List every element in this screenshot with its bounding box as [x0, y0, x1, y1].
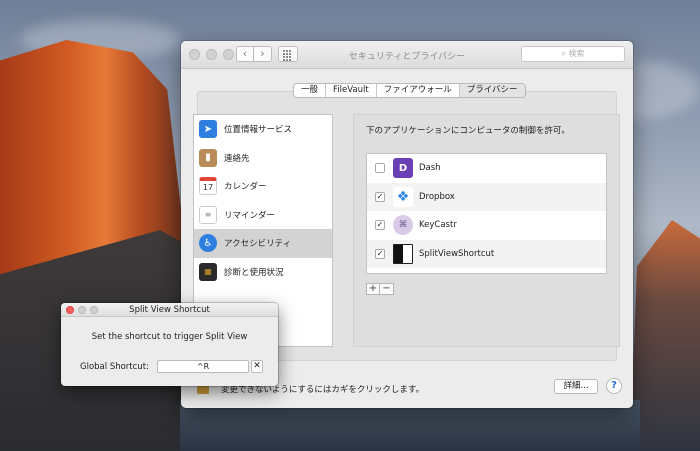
- tab-firewall[interactable]: ファイアウォール: [377, 84, 460, 97]
- dropbox-app-icon: ❖: [393, 186, 413, 207]
- search-icon: ⌕: [561, 49, 569, 58]
- sidebar-item-label: リマインダー: [224, 210, 276, 221]
- diagnostics-grid-icon: ▦: [199, 262, 217, 281]
- sv-titlebar: Split View Shortcut: [61, 303, 278, 317]
- tab-privacy[interactable]: プライバシー: [459, 84, 525, 97]
- sidebar-item-location[interactable]: ➤ 位置情報サービス: [194, 115, 332, 144]
- search-field[interactable]: ⌕ 検索: [521, 46, 625, 62]
- app-row-keycastr[interactable]: ✓ ⌘ KeyCastr: [367, 211, 606, 240]
- help-button[interactable]: ?: [606, 378, 622, 394]
- tab-general[interactable]: 一般: [294, 84, 327, 97]
- calendar-icon: 17: [199, 177, 217, 196]
- reminders-list-icon: ≡: [199, 205, 217, 224]
- keycastr-app-icon: ⌘: [393, 215, 413, 236]
- split-view-shortcut-window: Split View Shortcut Set the shortcut to …: [61, 303, 278, 386]
- sidebar-item-diagnostics[interactable]: ▦ 診断と使用状況: [194, 258, 332, 287]
- sv-message: Set the shortcut to trigger Split View: [91, 332, 248, 342]
- location-arrow-icon: ➤: [199, 120, 217, 139]
- sidebar-item-accessibility[interactable]: ♿ アクセシビリティ: [194, 229, 332, 258]
- sidebar-item-label: アクセシビリティ: [224, 239, 292, 250]
- titlebar: ‹ › セキュリティとプライバシー ⌕ 検索: [181, 41, 633, 69]
- accessibility-pane: 下のアプリケーションにコンピュータの制御を許可。 D Dash ✓ ❖ Drop…: [353, 114, 620, 347]
- app-checkbox[interactable]: ✓: [375, 248, 385, 259]
- app-name: Dropbox: [419, 191, 455, 202]
- window-controls: [66, 306, 98, 314]
- minimize-button[interactable]: [78, 306, 86, 314]
- contacts-book-icon: ▮: [199, 148, 217, 167]
- app-name: Dash: [419, 163, 441, 174]
- sidebar-item-label: 連絡先: [224, 153, 250, 164]
- tab-bar: 一般 FileVault ファイアウォール プライバシー: [293, 83, 526, 98]
- add-remove-controls: + −: [366, 283, 394, 295]
- app-checkbox[interactable]: ✓: [375, 191, 385, 202]
- dash-app-icon: D: [393, 158, 413, 179]
- sidebar-item-label: 位置情報サービス: [224, 125, 293, 136]
- remove-app-button[interactable]: −: [380, 283, 394, 295]
- app-row-dropbox[interactable]: ✓ ❖ Dropbox: [367, 182, 606, 211]
- close-button[interactable]: [66, 306, 74, 314]
- app-checkbox[interactable]: ✓: [375, 220, 385, 231]
- app-name: KeyCastr: [419, 220, 457, 231]
- add-app-button[interactable]: +: [366, 283, 380, 295]
- sidebar-item-label: 診断と使用状況: [224, 267, 284, 278]
- search-placeholder: 検索: [568, 49, 585, 58]
- sidebar-item-calendar[interactable]: 17 カレンダー: [194, 172, 332, 201]
- sv-window-title: Split View Shortcut: [129, 305, 210, 315]
- tab-filevault[interactable]: FileVault: [326, 84, 377, 97]
- splitview-app-icon: [393, 243, 413, 264]
- app-row-dash[interactable]: D Dash: [367, 154, 606, 183]
- app-name: SplitViewShortcut: [419, 248, 495, 259]
- zoom-button[interactable]: [90, 306, 98, 314]
- app-list: D Dash ✓ ❖ Dropbox ✓ ⌘ KeyCastr ✓ SplitV…: [366, 153, 607, 274]
- app-row-splitviewshortcut[interactable]: ✓ SplitViewShortcut: [367, 239, 606, 268]
- accessibility-icon: ♿: [199, 234, 217, 253]
- shortcut-label: Global Shortcut:: [80, 362, 149, 372]
- sidebar-item-reminders[interactable]: ≡ リマインダー: [194, 201, 332, 230]
- app-checkbox[interactable]: [375, 163, 385, 174]
- clear-shortcut-button[interactable]: ✕: [251, 360, 263, 373]
- details-button[interactable]: 詳細...: [554, 379, 598, 394]
- shortcut-recorder-field[interactable]: ^R: [157, 360, 249, 373]
- sidebar-item-contacts[interactable]: ▮ 連絡先: [194, 144, 332, 173]
- right-cliff: [630, 220, 700, 451]
- sidebar-item-label: カレンダー: [224, 182, 267, 193]
- pane-header: 下のアプリケーションにコンピュータの制御を許可。: [366, 126, 570, 136]
